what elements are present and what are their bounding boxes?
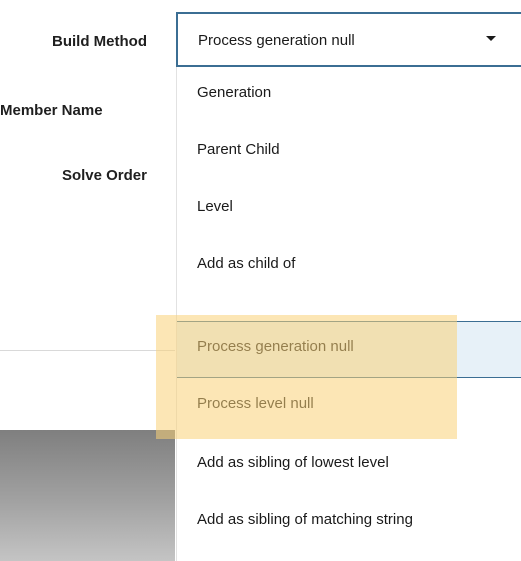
option-label: Process level null (197, 395, 314, 412)
solve-order-label: Solve Order (61, 167, 147, 184)
option-add-as-child-of[interactable]: Add as child of (177, 238, 521, 295)
option-label: Add as sibling of matching string (197, 511, 413, 528)
member-name-label: Member Name (0, 102, 103, 119)
option-generation[interactable]: Generation (177, 67, 521, 124)
option-label: Add as child of (197, 255, 296, 272)
option-process-generation-null[interactable]: Process generation null (177, 321, 521, 378)
option-label: Parent Child (197, 141, 280, 158)
dialog-footer-background (0, 430, 175, 561)
option-level[interactable]: Level (177, 181, 521, 238)
option-label: Process generation null (197, 338, 354, 355)
caret-down-icon[interactable] (486, 36, 496, 41)
option-add-as-sibling-of-matching-string[interactable]: Add as sibling of matching string (177, 494, 521, 551)
option-add-as-sibling-of-lowest-level[interactable]: Add as sibling of lowest level (177, 437, 521, 494)
option-parent-child[interactable]: Parent Child (177, 124, 521, 181)
option-label: Level (197, 198, 233, 215)
option-label: Generation (197, 84, 272, 101)
option-process-level-null[interactable]: Process level null (177, 378, 521, 435)
form-divider (0, 350, 175, 351)
build-method-select[interactable]: Process generation null (176, 12, 521, 67)
option-label: Add as sibling of lowest level (197, 454, 389, 471)
build-method-label: Build Method (52, 33, 147, 50)
build-method-select-value: Process generation null (198, 32, 355, 49)
build-method-listbox: Generation Parent Child Level Add as chi… (176, 67, 521, 561)
